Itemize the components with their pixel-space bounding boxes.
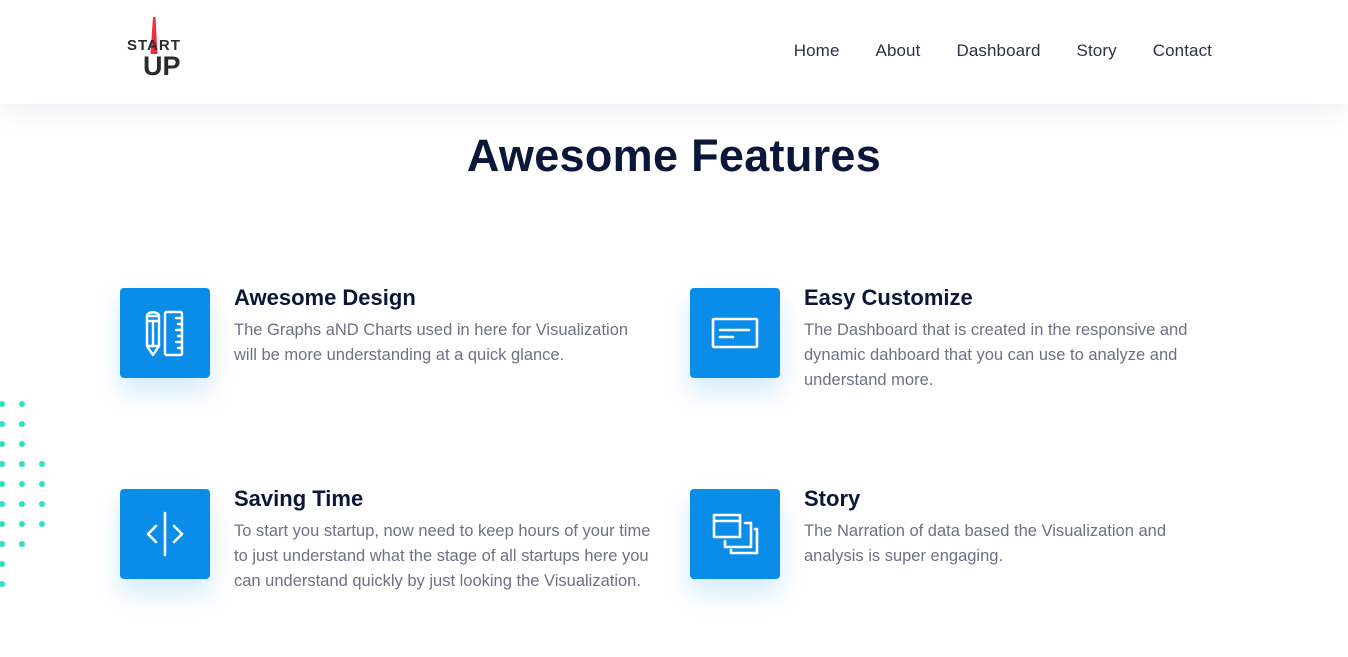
dot (0, 441, 5, 447)
feature-description: To start you startup, now need to keep h… (234, 522, 651, 590)
main-nav: Home About Dashboard Story Contact (794, 40, 1212, 62)
nav-home[interactable]: Home (794, 40, 840, 62)
code-split-icon (120, 489, 210, 579)
feature-title: Awesome Design (234, 285, 416, 310)
dot (19, 541, 25, 547)
dot (0, 461, 5, 467)
feature-title: Story (804, 486, 861, 511)
pencil-ruler-icon (120, 288, 210, 378)
nav-contact[interactable]: Contact (1153, 40, 1212, 62)
dot (19, 521, 25, 527)
feature-title: Easy Customize (804, 285, 973, 310)
dot (39, 481, 45, 487)
dot (19, 461, 25, 467)
window-panel-icon (690, 288, 780, 378)
dot (0, 481, 5, 487)
feature-description: The Graphs aND Charts used in here for V… (234, 321, 629, 364)
dot (39, 521, 45, 527)
feature-description: The Narration of data based the Visualiz… (804, 522, 1167, 565)
startup-logo[interactable]: START UP (126, 16, 190, 81)
dot (0, 501, 5, 507)
section-title: Awesome Features (466, 130, 882, 181)
dot (19, 441, 25, 447)
nav-dashboard[interactable]: Dashboard (956, 40, 1040, 62)
site-header: START UP Home About Dashboard Story Cont… (0, 0, 1348, 104)
dot (0, 401, 5, 407)
feature-description: The Dashboard that is created in the res… (804, 321, 1188, 389)
nav-about[interactable]: About (876, 40, 921, 62)
nav-story[interactable]: Story (1077, 40, 1117, 62)
startup-logo-icon: START UP (127, 17, 181, 81)
dot (0, 561, 5, 567)
decorative-dots (0, 401, 45, 587)
dot (0, 581, 5, 587)
dot (19, 421, 25, 427)
feature-title: Saving Time (234, 486, 364, 511)
dot (39, 501, 45, 507)
stacked-windows-icon (690, 489, 780, 579)
dot (0, 421, 5, 427)
dot (19, 501, 25, 507)
dot (0, 521, 5, 527)
svg-text:UP: UP (143, 51, 181, 80)
dot (19, 481, 25, 487)
dot (0, 541, 5, 547)
dot (19, 401, 25, 407)
dot (39, 461, 45, 467)
